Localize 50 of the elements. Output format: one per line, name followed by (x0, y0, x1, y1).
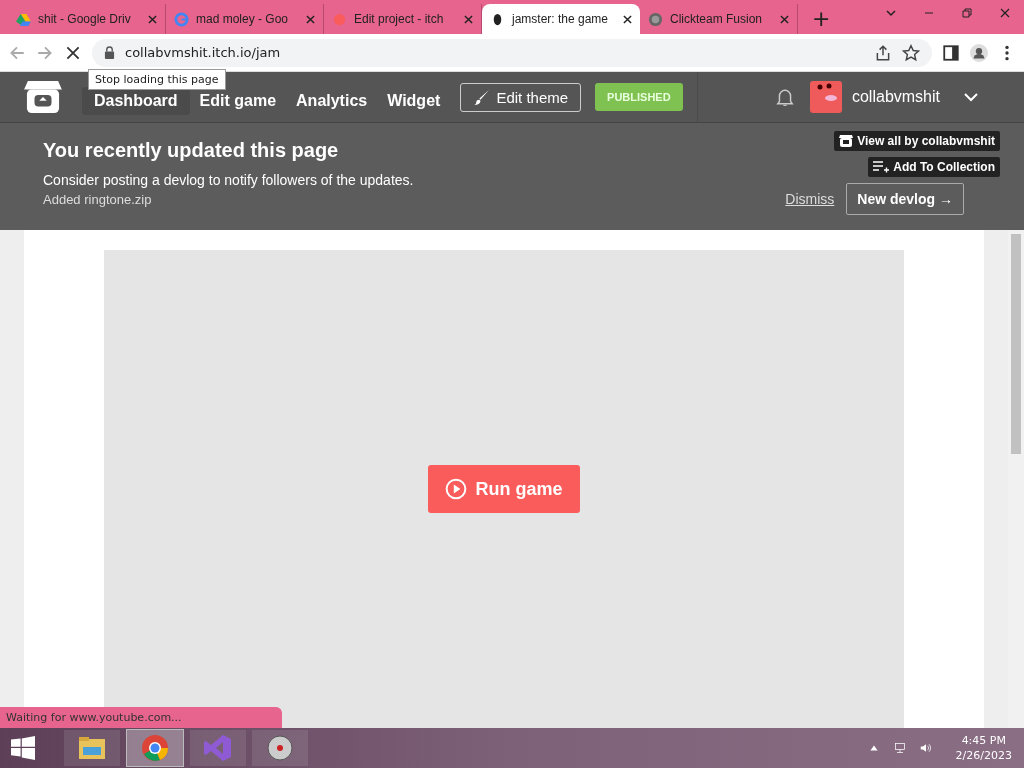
add-to-collection-button[interactable]: Add To Collection (868, 157, 1000, 177)
tab-title: mad moley - Goo (196, 12, 290, 26)
windows-start-icon[interactable] (8, 736, 38, 760)
address-field[interactable]: collabvmshit.itch.io/jam (92, 38, 932, 67)
edit-theme-button[interactable]: Edit theme (460, 82, 582, 112)
username[interactable]: collabvmshit (851, 88, 940, 106)
view-all-button[interactable]: View all by collabvmshit (834, 131, 1000, 151)
share-icon[interactable] (874, 43, 892, 62)
dismiss-link[interactable]: Dismiss (785, 191, 835, 207)
visual-studio-icon (203, 733, 233, 763)
volume-icon[interactable] (919, 741, 932, 755)
storefront-logo-icon[interactable] (24, 80, 62, 114)
playlist-add-icon (873, 161, 890, 173)
avatar-icon[interactable] (809, 81, 842, 113)
tab-title: Clickteam Fusion (670, 12, 764, 26)
chrome-icon (140, 733, 170, 763)
notice-message: Consider posting a devlog to notify followers of the updates. (43, 172, 415, 188)
clock-date[interactable]: 2/26/2023 (955, 749, 1012, 762)
storefront-icon (839, 135, 854, 147)
notice-detail: Added ringtone.zip (43, 192, 153, 207)
new-devlog-button[interactable]: New devlog → (846, 183, 964, 215)
tab-title: jamster: the game (512, 12, 610, 26)
google-icon (174, 11, 189, 27)
restore-icon[interactable] (961, 6, 973, 19)
profile-icon[interactable] (970, 43, 988, 62)
brush-icon (473, 88, 491, 106)
play-icon (445, 478, 468, 500)
new-tab-button[interactable]: + (798, 4, 845, 34)
drive-icon (16, 11, 31, 27)
taskbar-app[interactable] (252, 730, 308, 766)
chevron-down-icon[interactable] (964, 92, 978, 102)
nav-link[interactable]: Analytics (286, 87, 378, 115)
clock-time[interactable]: 4:45 PM (961, 734, 1006, 747)
status-bubble: Waiting for www.youtube.com... (0, 707, 282, 728)
tab-title: Edit project - itch (354, 12, 445, 26)
nav-link[interactable]: Widget (377, 87, 451, 115)
notice-title: You recently updated this page (43, 139, 340, 162)
nav-link[interactable]: Edit game (189, 87, 287, 115)
globe-icon (648, 11, 663, 27)
taskbar-app[interactable] (126, 729, 184, 767)
close-icon[interactable] (623, 14, 632, 24)
lock-icon (104, 46, 115, 59)
side-panel-icon[interactable] (942, 43, 960, 62)
star-icon[interactable] (902, 43, 920, 62)
browser-tab[interactable]: jamster: the game (482, 4, 640, 34)
tab-title: shit - Google Driv (38, 12, 132, 26)
tooltip: Stop loading this page (88, 69, 226, 90)
taskbar-app[interactable] (64, 730, 120, 766)
bell-icon[interactable] (775, 87, 794, 107)
network-icon[interactable] (893, 741, 906, 755)
